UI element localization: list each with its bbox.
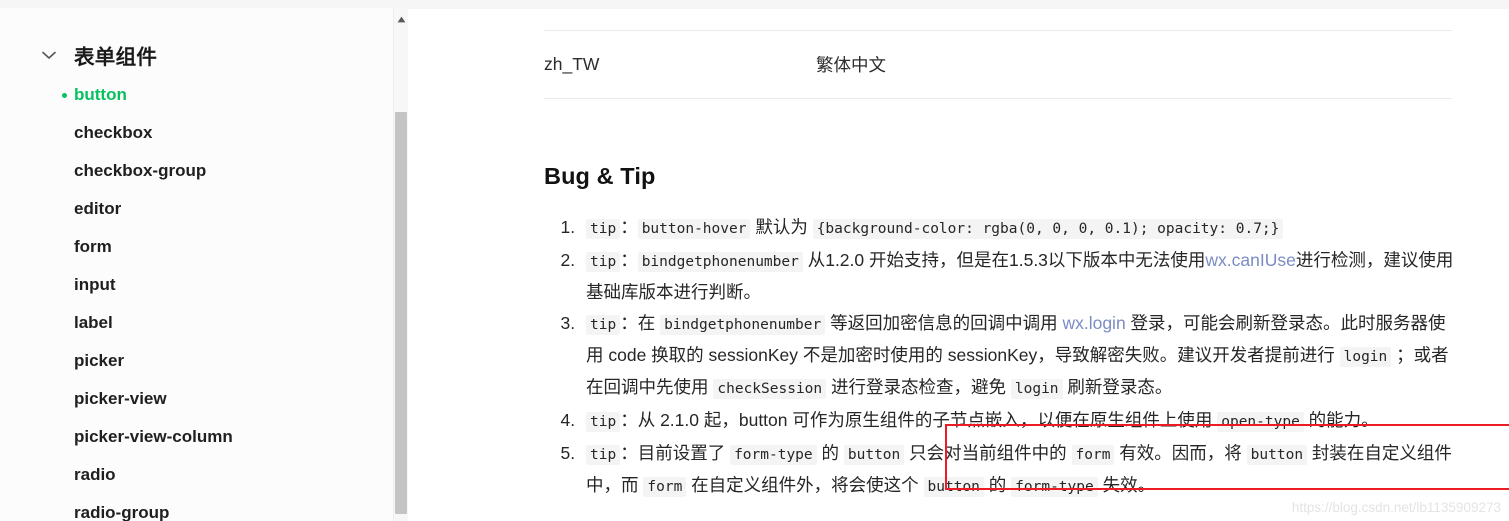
tip-text: ： <box>620 217 638 237</box>
inline-code: form-type <box>1011 477 1098 497</box>
locale-table: zh_TW 繁体中文 <box>544 30 1452 99</box>
sidebar-item-label: checkbox-group <box>74 161 207 180</box>
tip-text: 失效。 <box>1097 475 1156 495</box>
inline-code: tip <box>586 412 621 432</box>
sidebar-item-picker-view[interactable]: picker-view <box>0 380 408 418</box>
page-title: Bug & Tip <box>544 163 656 189</box>
inline-code: tip <box>586 252 621 272</box>
sidebar: 表单组件 button checkbox checkbox-group editor f… <box>0 0 408 521</box>
sidebar-item-label: picker-view <box>74 389 167 408</box>
tip-text: ：在 <box>620 313 661 333</box>
sidebar-item-list: button checkbox checkbox-group editor form in… <box>0 76 408 521</box>
triangle-up-icon[interactable] <box>394 12 408 26</box>
inline-code: open-type <box>1217 412 1304 432</box>
sidebar-tree: 表单组件 button checkbox checkbox-group editor f… <box>0 8 408 521</box>
main-content: zh_TW繁体中文 Bug & Tip tip：button-hover 默认为… <box>408 0 1509 521</box>
inline-code: {background-color: rgba(0, 0, 0, 0.1); o… <box>812 219 1284 239</box>
tip-text: ：目前设置了 <box>620 443 731 463</box>
tip-text: 有效。因而，将 <box>1114 443 1247 463</box>
inline-code: form-type <box>730 445 817 465</box>
tip-item-3: tip：在 bindgetphonenumber 等返回加密信息的回调中调用 w… <box>580 308 1455 404</box>
inline-code: bindgetphonenumber <box>660 315 826 335</box>
sidebar-group-label: 表单组件 <box>74 46 158 69</box>
inline-code: bindgetphonenumber <box>637 252 803 272</box>
sidebar-item-input[interactable]: input <box>0 266 408 304</box>
sidebar-scrollbar-thumb[interactable] <box>395 112 407 514</box>
sidebar-item-form[interactable]: form <box>0 228 408 266</box>
sidebar-item-label: editor <box>74 199 122 218</box>
sidebar-scrollbar[interactable] <box>393 8 408 521</box>
inline-code: checkSession <box>713 379 827 399</box>
doc-body: zh_TW繁体中文 Bug & Tip tip：button-hover 默认为… <box>408 0 1509 502</box>
sidebar-item-radio-group[interactable]: radio-group <box>0 494 408 521</box>
inline-code: login <box>1010 379 1063 399</box>
sidebar-top-strip <box>0 0 408 8</box>
table-row: zh_TW 繁体中文 <box>544 30 1452 99</box>
sidebar-item-label: button <box>74 85 127 104</box>
sidebar-item-label: checkbox <box>74 123 153 142</box>
chevron-down-icon[interactable] <box>40 46 58 64</box>
tip-text: 的能力。 <box>1303 410 1379 430</box>
tip-item-1: tip：button-hover 默认为 {background-color: … <box>580 212 1455 244</box>
doc-link[interactable]: wx.login <box>1062 313 1125 333</box>
sidebar-item-label[interactable]: label <box>0 304 408 342</box>
inline-code: button <box>843 445 905 465</box>
tip-text: 只会对当前组件中的 <box>904 443 1072 463</box>
sidebar-item-label: input <box>74 275 116 294</box>
inline-code: button <box>1246 445 1308 465</box>
sidebar-item-button[interactable]: button <box>0 76 408 114</box>
tip-text: 进行登录态检查，避免 <box>826 377 1011 397</box>
inline-code: form <box>1071 445 1115 465</box>
locale-name-cell: 繁体中文 <box>816 30 1452 99</box>
sidebar-item-picker[interactable]: picker <box>0 342 408 380</box>
sidebar-group-form-components[interactable]: 表单组件 <box>0 34 408 76</box>
tip-text: 在自定义组件外，将会使这个 <box>686 475 924 495</box>
watermark: https://blog.csdn.net/lb1135909273 <box>1291 500 1501 515</box>
tip-item-5: tip：目前设置了 form-type 的 button 只会对当前组件中的 f… <box>580 438 1455 502</box>
inline-code: form <box>643 477 687 497</box>
sidebar-item-label: picker-view-column <box>74 427 233 446</box>
inline-code: button-hover <box>637 219 751 239</box>
tip-item-4: tip：从 2.1.0 起，button 可作为原生组件的子节点嵌入，以便在原生… <box>580 405 1455 437</box>
sidebar-item-picker-view-column[interactable]: picker-view-column <box>0 418 408 456</box>
sidebar-item-label: radio-group <box>74 503 170 521</box>
tip-text: 的 <box>816 443 844 463</box>
sidebar-item-radio[interactable]: radio <box>0 456 408 494</box>
main-top-strip <box>408 0 1509 9</box>
tip-text: 的 <box>983 475 1012 495</box>
sidebar-item-label: label <box>74 313 113 332</box>
sidebar-item-editor[interactable]: editor <box>0 190 408 228</box>
sidebar-item-label: radio <box>74 465 116 484</box>
inline-code: button <box>923 477 984 497</box>
tip-text: 从1.2.0 开始支持，但是在1.5.3以下版本中无法使用 <box>802 250 1206 270</box>
tip-text: 刷新登录态。 <box>1062 377 1173 397</box>
tip-text: 默认为 <box>750 217 813 237</box>
inline-code: tip <box>586 315 621 335</box>
doc-link[interactable]: wx.canIUse <box>1205 250 1295 270</box>
tip-text: 等返回加密信息的回调中调用 <box>825 313 1063 333</box>
page-root: 表单组件 button checkbox checkbox-group editor f… <box>0 0 1509 521</box>
active-bullet-icon <box>62 92 67 98</box>
sidebar-item-label: form <box>74 237 112 256</box>
tip-text: ： <box>620 250 638 270</box>
tips-list: tip：button-hover 默认为 {background-color: … <box>544 212 1455 502</box>
sidebar-item-checkbox[interactable]: checkbox <box>0 114 408 152</box>
inline-code: tip <box>586 445 621 465</box>
inline-code: tip <box>586 219 621 239</box>
locale-code-cell: zh_TW <box>544 30 816 99</box>
inline-code: login <box>1339 347 1392 367</box>
tip-item-2: tip：bindgetphonenumber 从1.2.0 开始支持，但是在1.… <box>580 245 1455 307</box>
sidebar-item-label: picker <box>74 351 125 370</box>
tip-text: ：从 2.1.0 起，button 可作为原生组件的子节点嵌入，以便在原生组件上… <box>620 410 1218 430</box>
sidebar-item-checkbox-group[interactable]: checkbox-group <box>0 152 408 190</box>
